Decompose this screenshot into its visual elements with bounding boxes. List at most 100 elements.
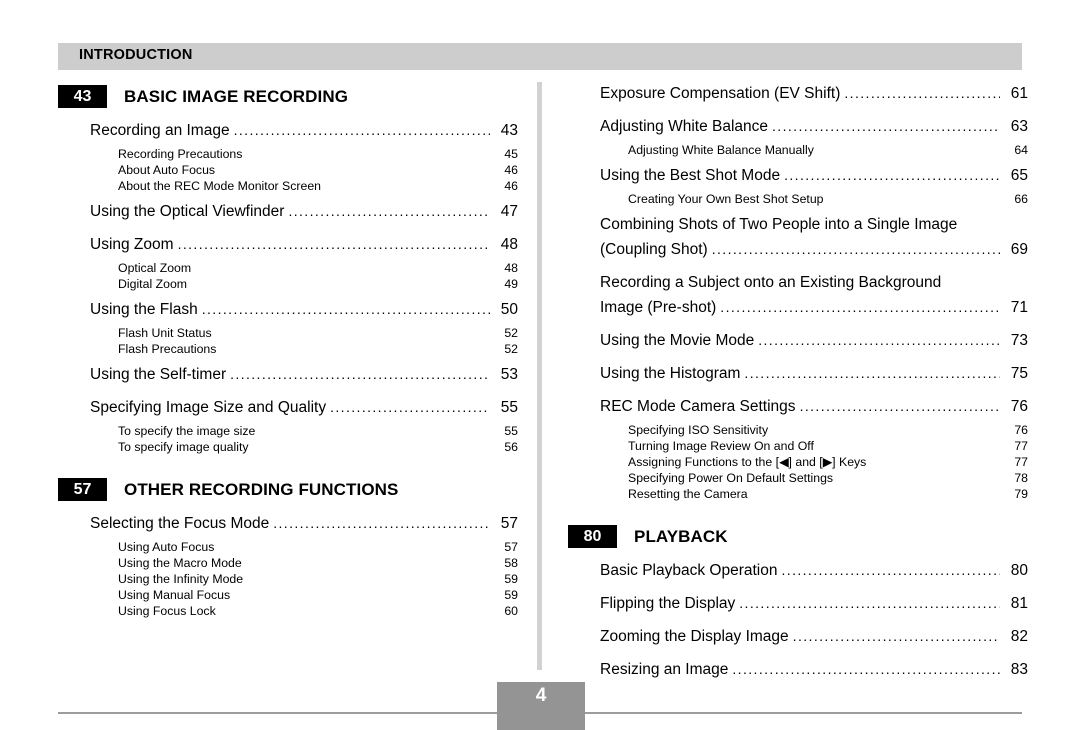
toc-entry-label: Using the Flash [90,301,198,318]
toc-page-number: 66 [1014,192,1028,206]
toc-entry[interactable]: Using the Self-timer 53 [58,366,518,391]
toc-subentry[interactable]: About the REC Mode Monitor Screen 46 [58,179,518,195]
toc-subentry[interactable]: To specify image quality 56 [58,440,518,456]
toc-entry-label: Using the Optical Viewfinder [90,203,285,220]
toc-page-number: 60 [504,604,518,618]
toc-entry[interactable]: Using the Best Shot Mode 65 [568,167,1028,192]
toc-entry-label: About Auto Focus [118,163,216,177]
toc-dot-leader [739,595,1000,613]
toc-entry-label: About the REC Mode Monitor Screen [118,179,322,193]
toc-entry-label: Recording Precautions [118,147,243,161]
toc-page-number: 81 [1010,595,1028,612]
toc-subentry[interactable]: Using Auto Focus 57 [58,540,518,556]
toc-subentry[interactable]: Optical Zoom 48 [58,261,518,277]
toc-entry[interactable]: REC Mode Camera Settings 76 [568,398,1028,423]
toc-subentry[interactable]: Assigning Functions to the [◀] and [▶] K… [568,455,1028,471]
toc-section-heading[interactable]: 43 BASIC IMAGE RECORDING [58,85,518,108]
entry-gap [568,159,1028,167]
toc-page-number: 55 [500,399,518,416]
toc-subentry[interactable]: Using Manual Focus 59 [58,588,518,604]
toc-section-heading[interactable]: 57 OTHER RECORDING FUNCTIONS [58,478,518,501]
page-number-badge: 4 [497,682,585,730]
toc-dot-leader [744,365,1000,383]
toc-page-number: 45 [504,147,518,161]
entry-gap [568,653,1028,661]
toc-subentry[interactable]: Specifying Power On Default Settings 78 [568,471,1028,487]
toc-entry[interactable]: Image (Pre-shot) 71 [568,299,1028,324]
toc-entry[interactable]: Zooming the Display Image 82 [568,628,1028,653]
toc-entry[interactable]: Flipping the Display 81 [568,595,1028,620]
toc-entry-label: To specify the image size [118,424,256,438]
toc-entry-label: Using Auto Focus [118,540,215,554]
toc-subentry[interactable]: Specifying ISO Sensitivity 76 [568,423,1028,439]
toc-list: Exposure Compensation (EV Shift) 61 Adjust… [568,85,1028,503]
toc-subentry[interactable]: Using Focus Lock 60 [58,604,518,620]
toc-subentry[interactable]: To specify the image size 55 [58,424,518,440]
toc-section-heading[interactable]: 80 PLAYBACK [568,525,1028,548]
section-page-badge: 57 [58,478,107,501]
toc-entry-label: Selecting the Focus Mode [90,515,270,532]
toc-entry[interactable]: Adjusting White Balance 63 [568,118,1028,143]
toc-left-column: 43 BASIC IMAGE RECORDING Recording an Imag… [58,85,518,620]
toc-subentry[interactable]: Using the Infinity Mode 59 [58,572,518,588]
toc-entry[interactable]: Recording a Subject onto an Existing Bac… [568,274,1028,299]
toc-subentry[interactable]: Digital Zoom 49 [58,277,518,293]
toc-entry-label: Adjusting White Balance Manually [628,143,814,157]
toc-subentry[interactable]: Recording Precautions 45 [58,147,518,163]
toc-subentry[interactable]: Adjusting White Balance Manually 64 [568,143,1028,159]
toc-dot-leader [720,299,1000,317]
toc-entry[interactable]: Exposure Compensation (EV Shift) 61 [568,85,1028,110]
toc-page-number: 57 [504,540,518,554]
toc-subentry[interactable]: Resetting the Camera 79 [568,487,1028,503]
toc-entry-label: REC Mode Camera Settings [600,398,796,415]
toc-entry[interactable]: Basic Playback Operation 80 [568,562,1028,587]
entry-gap [568,357,1028,365]
entry-gap [568,390,1028,398]
toc-entry-label: Flash Precautions [118,342,217,356]
toc-subentry[interactable]: Flash Precautions 52 [58,342,518,358]
toc-page-number: 64 [1014,143,1028,157]
entry-gap [58,358,518,366]
toc-page-number: 69 [1010,241,1028,258]
toc-entry-label: Using the Self-timer [90,366,227,383]
toc-subentry[interactable]: Flash Unit Status 52 [58,326,518,342]
toc-dot-leader [230,366,490,384]
toc-subentry[interactable]: Using the Macro Mode 58 [58,556,518,572]
toc-entry[interactable]: Using the Flash 50 [58,301,518,326]
toc-entry[interactable]: Recording an Image 43 [58,122,518,147]
entry-gap [568,620,1028,628]
heading-gap [58,501,518,515]
toc-subentry[interactable]: About Auto Focus 46 [58,163,518,179]
toc-entry-label: Adjusting White Balance [600,118,769,135]
running-header-band: INTRODUCTION [58,43,1022,70]
toc-entry[interactable]: Using Zoom 48 [58,236,518,261]
toc-entry-label: Creating Your Own Best Shot Setup [628,192,824,206]
toc-entry[interactable]: Combining Shots of Two People into a Sin… [568,216,1028,241]
section-title: OTHER RECORDING FUNCTIONS [124,479,399,499]
toc-page-number: 77 [1014,455,1028,469]
toc-entry[interactable]: Selecting the Focus Mode 57 [58,515,518,540]
toc-page-number: 53 [500,366,518,383]
toc-dot-leader [793,628,1000,646]
toc-dot-leader [784,167,1000,185]
toc-page-number: 52 [504,326,518,340]
toc-subentry[interactable]: Turning Image Review On and Off 77 [568,439,1028,455]
toc-page-number: 73 [1010,332,1028,349]
running-header-text: INTRODUCTION [79,47,193,63]
toc-entry[interactable]: Resizing an Image 83 [568,661,1028,686]
toc-entry-label: Specifying Power On Default Settings [628,471,834,485]
toc-entry[interactable]: Using the Optical Viewfinder 47 [58,203,518,228]
entry-gap [58,391,518,399]
toc-entry-label: Image (Pre-shot) [600,299,717,316]
entry-gap [58,228,518,236]
toc-page-number: 48 [500,236,518,253]
toc-subentry[interactable]: Creating Your Own Best Shot Setup 66 [568,192,1028,208]
toc-entry-label: Exposure Compensation (EV Shift) [600,85,841,102]
toc-entry-label: Turning Image Review On and Off [628,439,814,453]
toc-entry[interactable]: Using the Histogram 75 [568,365,1028,390]
toc-entry[interactable]: Specifying Image Size and Quality 55 [58,399,518,424]
toc-entry[interactable]: (Coupling Shot) 69 [568,241,1028,266]
toc-entry[interactable]: Using the Movie Mode 73 [568,332,1028,357]
toc-dot-leader [178,236,490,254]
